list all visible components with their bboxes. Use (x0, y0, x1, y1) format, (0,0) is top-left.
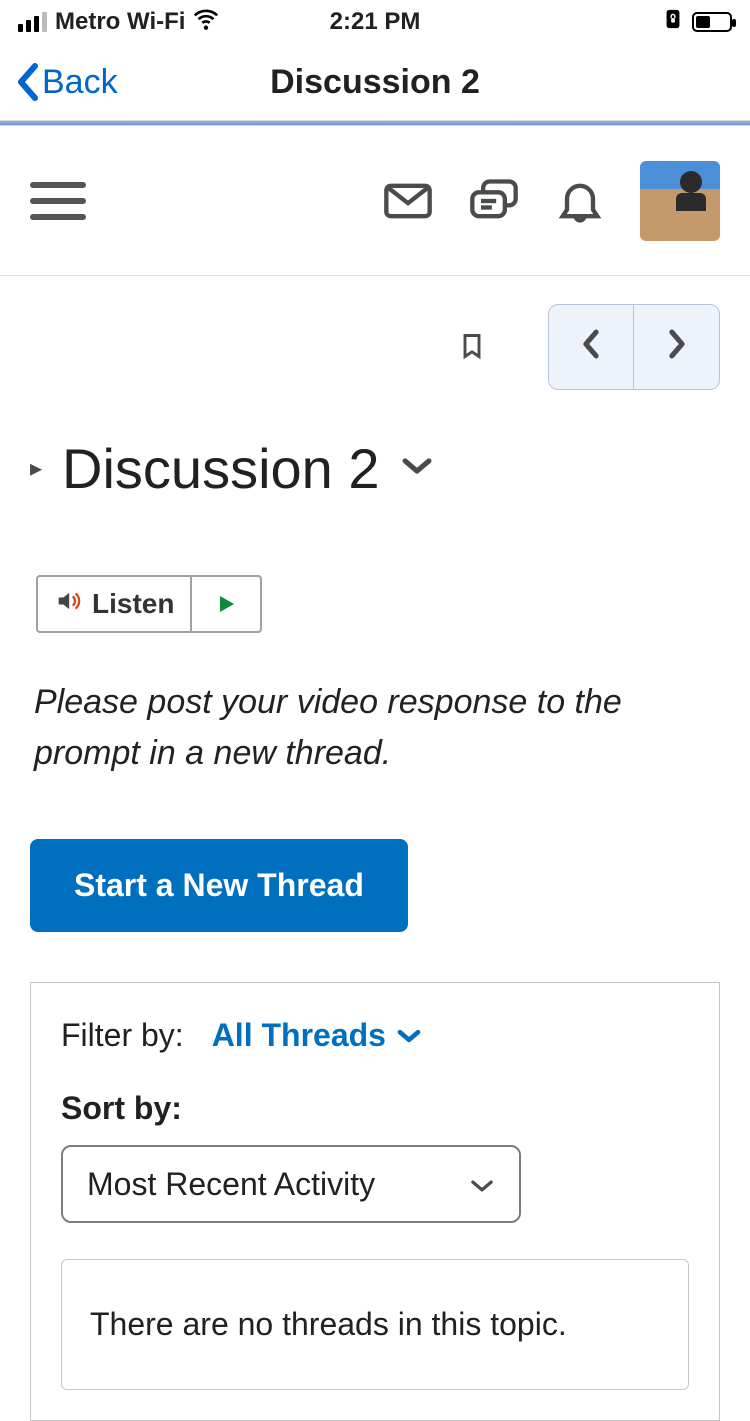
next-page-button[interactable] (634, 305, 719, 389)
avatar[interactable] (640, 161, 720, 241)
chevron-down-icon (469, 1166, 495, 1203)
title-dropdown-button[interactable] (400, 449, 434, 488)
back-button[interactable]: Back (14, 62, 118, 102)
start-new-thread-button[interactable]: Start a New Thread (30, 839, 408, 932)
expand-handle-icon[interactable]: ▸ (30, 454, 42, 483)
clock: 2:21 PM (330, 8, 421, 36)
menu-button[interactable] (30, 182, 86, 220)
bell-icon[interactable] (554, 175, 606, 227)
nav-title: Discussion 2 (270, 63, 480, 102)
cellular-signal-icon (18, 12, 47, 32)
navigation-bar: Back Discussion 2 (0, 44, 750, 120)
play-button[interactable] (190, 577, 260, 631)
sort-value: Most Recent Activity (87, 1166, 375, 1203)
listen-widget: Listen (36, 575, 262, 633)
wifi-icon (193, 6, 219, 39)
filter-value: All Threads (212, 1017, 386, 1054)
pager (548, 304, 720, 390)
thread-filter-panel: Filter by: All Threads Sort by: Most Rec… (30, 982, 720, 1421)
filter-label: Filter by: (61, 1017, 184, 1054)
prev-page-button[interactable] (549, 305, 634, 389)
status-bar: Metro Wi-Fi 2:21 PM (0, 0, 750, 44)
app-header (0, 126, 750, 276)
page-title: Discussion 2 (62, 436, 379, 501)
sort-label: Sort by: (61, 1090, 689, 1127)
listen-button[interactable]: Listen (38, 577, 190, 631)
chat-icon[interactable] (468, 175, 520, 227)
listen-label: Listen (92, 588, 174, 620)
instructions-text: Please post your video response to the p… (0, 633, 750, 779)
back-label: Back (42, 63, 118, 102)
sort-select[interactable]: Most Recent Activity (61, 1145, 521, 1223)
battery-icon (692, 12, 732, 32)
portrait-lock-icon (662, 8, 684, 37)
speaker-icon (54, 587, 82, 622)
filter-dropdown[interactable]: All Threads (212, 1017, 422, 1054)
bookmark-icon[interactable] (458, 323, 498, 371)
carrier-label: Metro Wi-Fi (55, 8, 185, 36)
empty-threads-message: There are no threads in this topic. (61, 1259, 689, 1390)
mail-icon[interactable] (382, 175, 434, 227)
